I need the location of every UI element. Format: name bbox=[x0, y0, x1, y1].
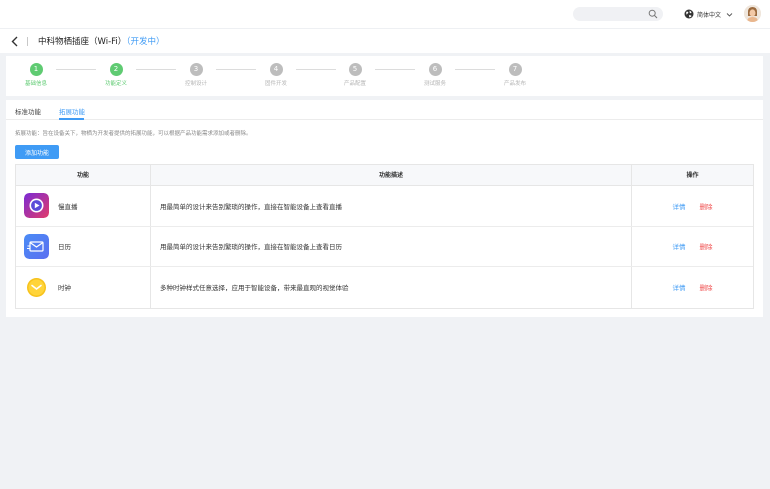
step-5: 5 产品配置 bbox=[325, 63, 385, 87]
detail-link[interactable]: 详情 bbox=[673, 241, 686, 251]
progress-steps: 1 基础信息 2 功能定义 3 控制设计 4 固件开发 5 产品配置 6 测试服… bbox=[6, 56, 763, 96]
action-cell: 详情 删除 bbox=[632, 227, 753, 267]
step-number: 4 bbox=[269, 63, 283, 76]
step-label: 基础信息 bbox=[24, 81, 47, 87]
step-number: 7 bbox=[508, 63, 522, 76]
feature-cell: 日历 bbox=[16, 226, 151, 266]
step-3: 3 控制设计 bbox=[166, 63, 226, 87]
language-selector[interactable]: 简体中文 bbox=[684, 8, 733, 20]
step-label: 功能定义 bbox=[104, 81, 127, 87]
detail-link[interactable]: 详情 bbox=[673, 282, 686, 292]
step-number: 6 bbox=[428, 63, 442, 76]
top-bar: 简体中文 bbox=[0, 0, 770, 28]
action-cell: 详情 删除 bbox=[632, 186, 753, 226]
step-number: 5 bbox=[348, 63, 362, 76]
status-badge: （开发中） bbox=[126, 37, 165, 47]
delete-link[interactable]: 删除 bbox=[700, 201, 713, 211]
header-description: 功能描述 bbox=[151, 165, 632, 185]
feature-name: 慢直播 bbox=[58, 202, 78, 211]
main-panel: 标准功能 拓展功能 拓展功能：旨在设备关下，物栖为开发者提供的拓展功能，可以根据… bbox=[6, 100, 763, 317]
step-label: 产品发布 bbox=[503, 81, 526, 87]
step-label: 固件开发 bbox=[264, 81, 287, 87]
live-broadcast-icon bbox=[24, 193, 49, 219]
table-header: 功能 功能描述 操作 bbox=[16, 165, 753, 186]
page-header: 中科物栖插座（Wi-Fi）（开发中） bbox=[0, 28, 770, 53]
tab-standard-features[interactable]: 标准功能 bbox=[15, 106, 41, 116]
description-cell: 用最简单的设计来告别繁琐的操作，直接在智能设备上查看直播 bbox=[151, 186, 632, 226]
step-label: 产品配置 bbox=[343, 81, 366, 87]
header-feature: 功能 bbox=[16, 165, 151, 185]
calendar-mail-icon bbox=[24, 233, 49, 259]
feature-name: 时钟 bbox=[58, 284, 71, 293]
back-arrow-icon[interactable] bbox=[10, 36, 20, 47]
step-7: 7 产品发布 bbox=[485, 63, 545, 87]
step-6: 6 测试服务 bbox=[405, 63, 465, 87]
globe-icon bbox=[684, 9, 694, 19]
divider bbox=[27, 37, 28, 46]
description-cell: 多种时钟样式任意选择，应用于智能设备，带来最直观的视觉体验 bbox=[151, 267, 632, 308]
delete-link[interactable]: 删除 bbox=[700, 282, 713, 292]
add-feature-button[interactable]: 添加功能 bbox=[15, 145, 59, 159]
avatar[interactable] bbox=[744, 5, 761, 22]
step-label: 控制设计 bbox=[184, 81, 207, 87]
page-title: 中科物栖插座（Wi-Fi）（开发中） bbox=[38, 35, 165, 47]
feature-cell: 时钟 bbox=[16, 267, 151, 308]
step-number: 2 bbox=[109, 63, 123, 76]
clock-icon bbox=[24, 274, 49, 300]
description-cell: 用最简单的设计来告别繁琐的操作，直接在智能设备上查看日历 bbox=[151, 226, 632, 266]
avatar-image bbox=[744, 5, 761, 22]
feature-name: 日历 bbox=[58, 243, 71, 252]
detail-link[interactable]: 详情 bbox=[673, 201, 686, 211]
header-action: 操作 bbox=[686, 172, 699, 179]
search-icon[interactable] bbox=[648, 9, 658, 19]
table-row: 慢直播 用最简单的设计来告别繁琐的操作，直接在智能设备上查看直播 详情 删除 bbox=[16, 186, 753, 227]
step-2: 2 功能定义 bbox=[86, 63, 146, 87]
active-tab-indicator bbox=[59, 118, 84, 120]
action-cell: 详情 删除 bbox=[632, 267, 753, 308]
feature-cell: 慢直播 bbox=[16, 186, 151, 226]
hint-text: 拓展功能：旨在设备关下，物栖为开发者提供的拓展功能，可以根据产品功能需求添加或者… bbox=[15, 131, 252, 137]
step-number: 3 bbox=[189, 63, 203, 76]
table-row: 日历 用最简单的设计来告别繁琐的操作，直接在智能设备上查看日历 详情 删除 bbox=[16, 226, 753, 267]
step-1: 1 基础信息 bbox=[6, 63, 66, 87]
delete-link[interactable]: 删除 bbox=[700, 241, 713, 251]
tab-bar: 标准功能 拓展功能 bbox=[6, 100, 763, 120]
step-label: 测试服务 bbox=[423, 81, 446, 87]
tab-extended-features[interactable]: 拓展功能 bbox=[59, 106, 85, 116]
chevron-down-icon bbox=[726, 12, 733, 17]
product-name: 中科物栖插座（Wi-Fi） bbox=[38, 37, 127, 47]
table-row: 时钟 多种时钟样式任意选择，应用于智能设备，带来最直观的视觉体验 详情 删除 bbox=[16, 267, 753, 308]
language-label: 简体中文 bbox=[697, 11, 722, 19]
features-table: 功能 功能描述 操作 慢直播 用最简单的设计来告别繁琐的操作，直接在智能设备上查… bbox=[15, 164, 754, 309]
step-number: 1 bbox=[29, 63, 43, 76]
step-4: 4 固件开发 bbox=[246, 63, 306, 87]
